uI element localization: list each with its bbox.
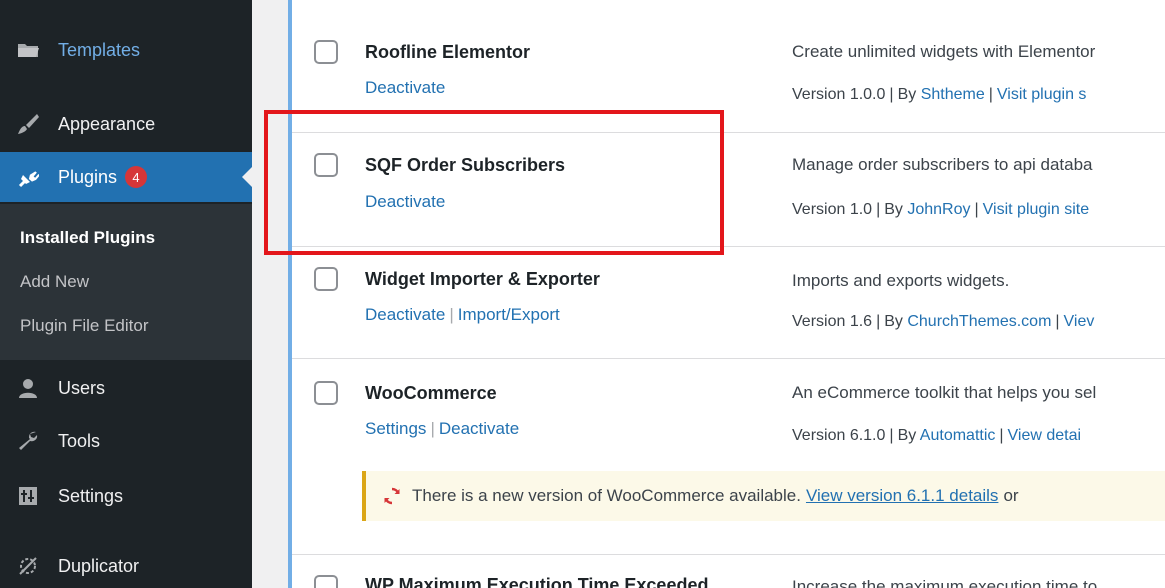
user-icon: [16, 376, 40, 400]
plugin-description: Imports and exports widgets.: [792, 271, 1010, 290]
menu-item-templates[interactable]: Templates: [0, 26, 252, 74]
author-link[interactable]: JohnRoy: [907, 201, 970, 218]
plugin-description: Manage order subscribers to api databa: [792, 155, 1093, 174]
menu-label: Templates: [58, 39, 141, 60]
plugin-name: SQF Order Subscribers: [365, 155, 566, 175]
menu-label: Duplicator: [58, 555, 140, 576]
visit-plugin-site-link[interactable]: Visit plugin site: [983, 201, 1089, 218]
by-label: By: [884, 313, 903, 330]
plugins-submenu: Installed Plugins Add New Plugin File Ed…: [0, 204, 252, 360]
menu-label: Users: [58, 377, 106, 398]
menu-label: Appearance: [58, 113, 156, 134]
plugins-table: Roofline Elementor Deactivate Create unl…: [288, 0, 1165, 588]
plugin-version: Version 1.0: [792, 201, 873, 218]
deactivate-link[interactable]: Deactivate: [365, 78, 445, 97]
author-link[interactable]: Automattic: [920, 427, 996, 444]
menu-item-tools[interactable]: Tools: [0, 417, 252, 465]
plugin-checkbox[interactable]: [314, 153, 338, 177]
plugin-meta: Version 6.1.0 | By Automattic | View detai: [792, 427, 1082, 444]
plugin-meta: Version 1.6 | By ChurchThemes.com | Viev: [792, 313, 1095, 330]
paintbrush-icon: [16, 112, 40, 136]
menu-item-users[interactable]: Users: [0, 364, 252, 412]
plugin-description: An eCommerce toolkit that helps you sel: [792, 383, 1097, 402]
deactivate-link[interactable]: Deactivate: [439, 419, 519, 438]
plugin-row: Widget Importer & Exporter Deactivate | Im…: [292, 246, 1165, 358]
plugin-name: Roofline Elementor: [365, 42, 531, 62]
plugin-row: Roofline Elementor Deactivate Create unl…: [292, 18, 1165, 132]
plugin-version: Version 1.6: [792, 313, 873, 330]
plugin-row: WP Maximum Execution Time Exceeded Incre…: [292, 554, 1165, 588]
plugin-checkbox[interactable]: [314, 381, 338, 405]
menu-label: Settings: [58, 485, 124, 506]
folder-icon: [16, 38, 40, 62]
plugin-actions: Settings | Deactivate: [365, 419, 520, 438]
update-refresh-icon: [382, 486, 402, 506]
plugin-checkbox[interactable]: [314, 40, 338, 64]
plugin-actions: Deactivate: [365, 78, 445, 98]
main-content: Roofline Elementor Deactivate Create unl…: [252, 0, 1165, 588]
admin-sidebar: Templates Appearance Plugins 4 Installed…: [0, 0, 252, 588]
by-label: By: [897, 427, 917, 444]
visit-plugin-site-link[interactable]: Visit plugin s: [997, 86, 1087, 103]
plugin-meta: Version 1.0.0 | By Shtheme | Visit plugin s: [792, 86, 1087, 103]
update-count-badge: 4: [125, 166, 148, 188]
plugin-meta: Version 1.0 | By JohnRoy | Visit plugin site: [792, 201, 1090, 218]
submenu-add-new[interactable]: Add New: [20, 272, 89, 292]
submenu-installed-plugins[interactable]: Installed Plugins: [20, 228, 155, 248]
settings-icon: [16, 484, 40, 508]
plugin-row: WooCommerce Settings | Deactivate An eComm…: [292, 358, 1165, 554]
update-notice-tail: or: [1003, 486, 1019, 505]
deactivate-link[interactable]: Deactivate: [365, 305, 445, 324]
plugin-checkbox[interactable]: [314, 575, 338, 588]
by-label: By: [897, 86, 917, 103]
author-link[interactable]: Shtheme: [921, 86, 985, 103]
view-details-link[interactable]: Viev: [1064, 313, 1095, 330]
settings-link[interactable]: Settings: [365, 419, 426, 438]
plugin-actions: Deactivate | Import/Export: [365, 305, 560, 324]
menu-item-plugins[interactable]: Plugins 4: [0, 152, 252, 202]
plugin-version: Version 6.1.0: [792, 427, 886, 444]
menu-item-settings[interactable]: Settings: [0, 472, 252, 520]
update-notice: There is a new version of WooCommerce av…: [362, 471, 1165, 521]
view-version-details-link[interactable]: View version 6.1.1 details: [806, 486, 998, 506]
view-details-link[interactable]: View detai: [1008, 427, 1082, 444]
plugin-name: Widget Importer & Exporter: [365, 269, 600, 289]
plugin-checkbox[interactable]: [314, 267, 338, 291]
menu-label: Tools: [58, 430, 101, 451]
import-export-link[interactable]: Import/Export: [458, 305, 560, 324]
menu-item-duplicator[interactable]: Duplicator: [0, 542, 252, 588]
update-notice-text: There is a new version of WooCommerce av…: [412, 486, 801, 505]
plugin-description: Increase the maximum execution time to: [792, 577, 1098, 588]
wrench-icon: [16, 429, 40, 453]
plugin-actions: Deactivate: [365, 192, 445, 212]
by-label: By: [884, 201, 903, 218]
plugin-name: WooCommerce: [365, 383, 497, 403]
plug-icon: [16, 165, 40, 189]
submenu-plugin-file-editor[interactable]: Plugin File Editor: [20, 316, 149, 336]
menu-label: Plugins: [58, 166, 118, 187]
plugin-version: Version 1.0.0: [792, 86, 886, 103]
author-link[interactable]: ChurchThemes.com: [907, 313, 1051, 330]
plugin-row: SQF Order Subscribers Deactivate Manage …: [292, 132, 1165, 246]
menu-item-appearance[interactable]: Appearance: [0, 100, 252, 148]
plugin-description: Create unlimited widgets with Elementor: [792, 42, 1096, 61]
duplicator-icon: [16, 554, 40, 578]
plugin-name: WP Maximum Execution Time Exceeded: [365, 575, 709, 588]
deactivate-link[interactable]: Deactivate: [365, 192, 445, 211]
